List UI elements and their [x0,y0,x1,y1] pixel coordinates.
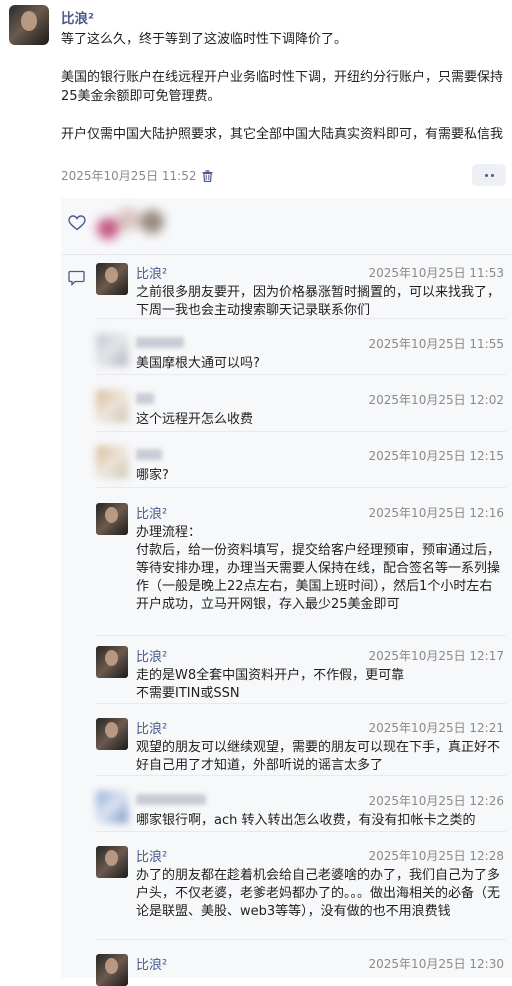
comment-author-blurred[interactable] [136,393,154,404]
comment-avatar[interactable] [96,334,128,366]
comment-text: 这个远程开怎么收费 [136,412,254,427]
comment-avatar[interactable] [96,503,128,535]
comment-text: 哪家? [136,468,169,483]
comment-text: 办理流程： 付款后，给一份资料填写，提交给客户经理预审，预审通过后，等待安排办理… [136,525,501,612]
comment-item: 2025年10月25日 12:15 哪家? [96,446,506,488]
comment-icon [68,270,85,286]
comment-time: 2025年10月25日 12:21 [368,721,504,735]
comment-time: 2025年10月25日 11:53 [368,266,504,280]
comment-item: 2025年10月25日 12:26 哪家银行啊，ach 转入转出怎么收费，有没有… [96,791,506,832]
comment-avatar[interactable] [96,954,128,986]
comment-text: 之前很多朋友要开，因为价格暴涨暂时搁置的，可以来找我了，下周一我也会主动搜索聊天… [136,285,501,318]
comment-item: 2025年10月25日 12:02 这个远程开怎么收费 [96,390,506,432]
comment-avatar[interactable] [96,718,128,750]
interaction-panel: 比浪² 2025年10月25日 11:53 之前很多朋友要开，因为价格暴涨暂时搁… [61,198,512,986]
comment-item: 比浪² 2025年10月25日 12:17 走的是W8全套中国资料开户，不作假，… [96,646,506,704]
comment-avatar[interactable] [96,390,128,422]
comment-time: 2025年10月25日 12:17 [368,649,504,663]
comment-text: 办了的朋友都在趁着机会给自己老婆啥的办了，我们自己为了多户头，不仅老婆，老爹老妈… [136,868,501,919]
post-paragraph: 开户仅需中国大陆护照要求，其它全部中国大陆真实资料即可，有需要私信我 [61,127,504,142]
comment-item: 比浪² 2025年10月25日 11:53 之前很多朋友要开，因为价格暴涨暂时搁… [96,263,506,319]
comment-text: 美国摩根大通可以吗? [136,356,260,371]
comment-author[interactable]: 比浪² [136,503,167,522]
comment-avatar[interactable] [96,846,128,878]
comment-time: 2025年10月25日 12:30 [368,957,504,971]
comment-time: 2025年10月25日 12:28 [368,849,504,863]
post-body: 等了这么久，终于等到了这波临时性下调降价了。 美国的银行账户在线远程开户业务临时… [61,30,507,163]
heart-icon [68,215,86,231]
comment-time: 2025年10月25日 12:16 [368,506,504,520]
post-paragraph: 等了这么久，终于等到了这波临时性下调降价了。 [61,32,348,47]
comment-avatar[interactable] [96,646,128,678]
more-options-button[interactable] [472,164,506,186]
trash-icon[interactable] [202,169,213,182]
comment-author[interactable]: 比浪² [136,263,167,282]
comment-item: 比浪² 2025年10月25日 12:30 [96,954,506,986]
comment-item: 2025年10月25日 11:55 美国摩根大通可以吗? [96,334,506,375]
comment-text: 观望的朋友可以继续观望，需要的朋友可以现在下手，真正好不好自己用了才知道，外部听… [136,740,501,773]
comment-time: 2025年10月25日 11:55 [368,337,504,351]
comment-avatar[interactable] [96,791,128,823]
comment-text: 走的是W8全套中国资料开户，不作假，更可靠 不需要ITIN或SSN [136,668,405,701]
comment-item: 比浪² 2025年10月25日 12:28 办了的朋友都在趁着机会给自己老婆啥的… [96,846,506,940]
comment-author[interactable]: 比浪² [136,846,167,865]
comment-author-blurred[interactable] [136,337,184,348]
likes-row [61,198,512,255]
post-author-avatar[interactable] [9,5,49,45]
post-meta: 2025年10月25日 11:52 [61,167,213,184]
comment-time: 2025年10月25日 12:26 [368,794,504,808]
comment-author[interactable]: 比浪² [136,718,167,737]
comment-time: 2025年10月25日 12:02 [368,393,504,407]
comment-time: 2025年10月25日 12:15 [368,449,504,463]
comment-author[interactable]: 比浪² [136,954,167,973]
post-author-name[interactable]: 比浪² [61,7,94,27]
comment-author-blurred[interactable] [136,449,162,460]
comment-author[interactable]: 比浪² [136,646,167,665]
liker-avatars[interactable] [92,201,172,247]
comment-item: 比浪² 2025年10月25日 12:16 办理流程： 付款后，给一份资料填写，… [96,503,506,636]
comment-avatar[interactable] [96,263,128,295]
post-timestamp: 2025年10月25日 11:52 [61,169,197,183]
comment-item: 比浪² 2025年10月25日 12:21 观望的朋友可以继续观望，需要的朋友可… [96,718,506,776]
comment-avatar[interactable] [96,446,128,478]
comment-author-blurred[interactable] [136,794,206,805]
post-paragraph: 美国的银行账户在线远程开户业务临时性下调，开纽约分行账户，只需要保持25美金余额… [61,70,504,104]
comment-text: 哪家银行啊，ach 转入转出怎么收费，有没有扣帐卡之类的 [136,813,476,828]
